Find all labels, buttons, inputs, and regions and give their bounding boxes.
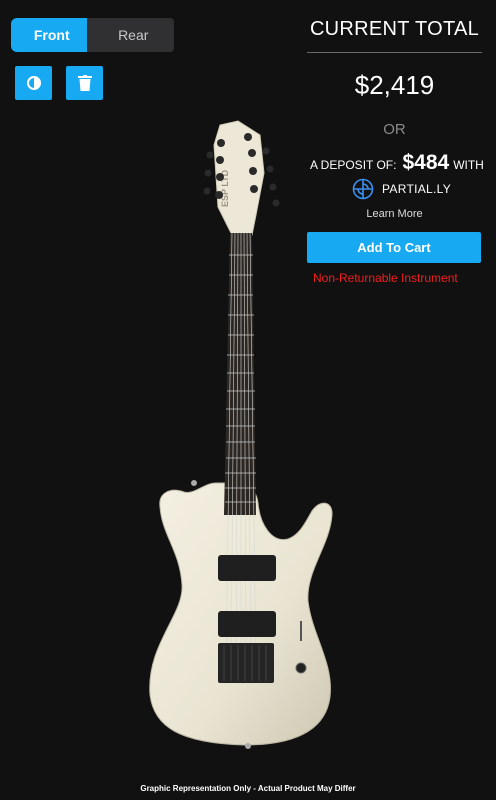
neck-pickup [218,555,276,581]
delete-button[interactable] [66,66,103,100]
total-title: CURRENT TOTAL [309,18,480,40]
volume-knob [295,662,307,674]
bridge-pickup [218,611,276,637]
contrast-button[interactable] [15,66,52,100]
divider [307,52,482,53]
pickup-switch [300,621,302,641]
partially-name: PARTIAL.LY [382,182,452,196]
deposit-amount: $484 [402,151,450,174]
rear-view-button[interactable]: Rear [86,18,174,52]
total-price: $2,419 [354,70,435,100]
contrast-icon [26,76,41,90]
view-toggle: Front Rear [11,18,174,52]
strap-button-bottom [245,743,251,749]
partially-logo: PARTIAL.LY [352,178,451,200]
guitar-image: ESP LTD [149,120,333,749]
disclaimer: Graphic Representation Only - Actual Pro… [140,784,356,793]
front-view-button[interactable]: Front [11,18,93,52]
strap-button-top [191,480,197,486]
trash-icon [77,75,92,91]
partially-icon [352,178,374,200]
deposit-suffix: WITH [453,158,484,172]
